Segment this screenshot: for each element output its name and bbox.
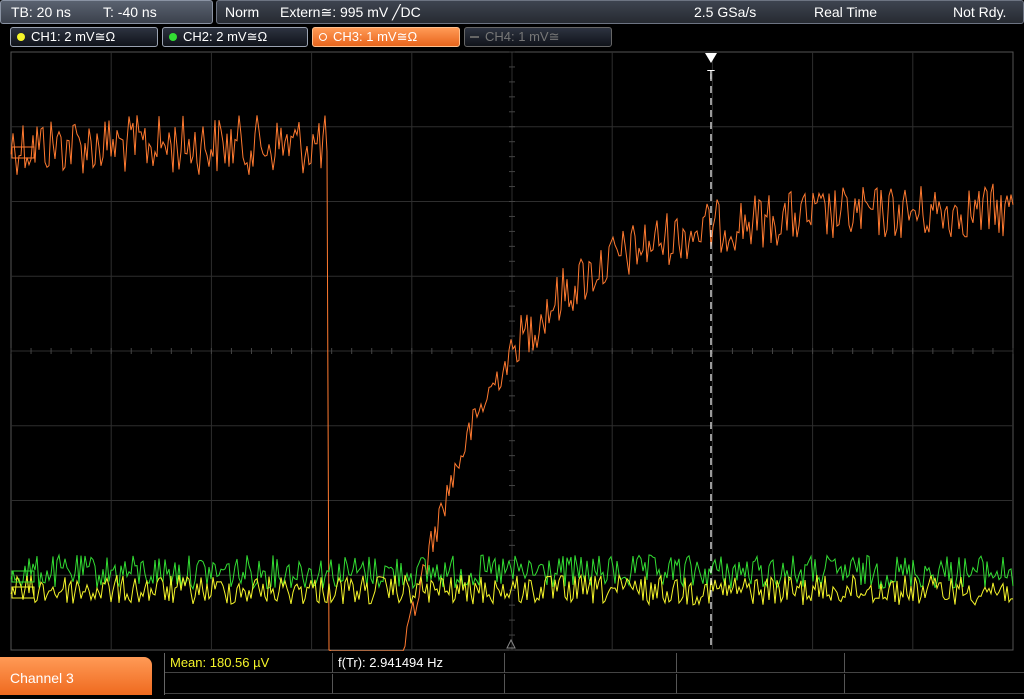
trigger-marker-label: T — [707, 67, 715, 82]
mean-measurement[interactable]: Mean: 180.56 µV — [165, 653, 333, 673]
status-bar: TB: 20 ns T: -40 ns Norm Extern≅: 995 mV… — [0, 0, 1024, 26]
ch2-label: CH2: 2 mV≅Ω — [183, 29, 268, 44]
measurement-slot-4[interactable] — [677, 653, 845, 673]
measurement-table: Mean: 180.56 µV f(Tr): 2.941494 Hz — [164, 653, 1024, 695]
ch4-indicator-icon — [470, 36, 479, 38]
measurement-slot-5[interactable] — [845, 653, 1024, 673]
bottom-panel: Channel 3 Mean: 180.56 µV f(Tr): 2.94149… — [0, 651, 1024, 695]
selected-channel-button[interactable]: Channel 3 — [0, 657, 152, 695]
ch4-label: CH4: 1 mV≅ — [485, 29, 560, 44]
channel-tab-ch4[interactable]: CH4: 1 mV≅ — [464, 27, 612, 47]
trigger-panel[interactable]: Norm Extern≅: 995 mV ╱DC 2.5 GSa/s Real … — [216, 0, 1024, 24]
channel-tab-ch3[interactable]: CH3: 1 mV≅Ω — [312, 27, 460, 47]
graticule — [10, 51, 1014, 651]
acquisition-mode[interactable]: Real Time — [814, 1, 877, 23]
ch2-indicator-icon — [169, 33, 177, 41]
trigger-source[interactable]: Extern≅: 995 mV ╱DC — [280, 1, 421, 23]
horizontal-reference-icon — [506, 638, 516, 649]
trigger-time-value[interactable]: T: -40 ns — [103, 1, 157, 23]
ch1-indicator-icon — [17, 33, 25, 41]
channel-tab-ch1[interactable]: CH1: 2 mV≅Ω — [10, 27, 158, 47]
measurement-slot-10[interactable] — [845, 674, 1024, 694]
trigger-state: Not Rdy. — [953, 4, 1007, 20]
timebase-value[interactable]: TB: 20 ns — [11, 1, 71, 23]
trigger-position-marker-icon[interactable] — [705, 53, 717, 63]
measurement-slot-7[interactable] — [333, 674, 505, 694]
measurement-slot-8[interactable] — [505, 674, 677, 694]
waveform-display[interactable]: T — [0, 50, 1024, 651]
ch1-label: CH1: 2 mV≅Ω — [31, 29, 116, 44]
ch3-label: CH3: 1 mV≅Ω — [333, 29, 418, 44]
ch3-indicator-icon — [319, 33, 327, 41]
frequency-measurement[interactable]: f(Tr): 2.941494 Hz — [333, 653, 505, 673]
sample-rate[interactable]: 2.5 GSa/s — [694, 1, 756, 23]
channel-tab-ch2[interactable]: CH2: 2 mV≅Ω — [162, 27, 308, 47]
trigger-mode[interactable]: Norm — [225, 1, 259, 23]
measurement-slot-3[interactable] — [505, 653, 677, 673]
channel-tabs: CH1: 2 mV≅Ω CH2: 2 mV≅Ω CH3: 1 mV≅Ω CH4:… — [0, 26, 1024, 48]
measurement-slot-9[interactable] — [677, 674, 845, 694]
measurement-slot-6[interactable] — [165, 674, 333, 694]
timebase-panel[interactable]: TB: 20 ns T: -40 ns — [0, 0, 213, 24]
